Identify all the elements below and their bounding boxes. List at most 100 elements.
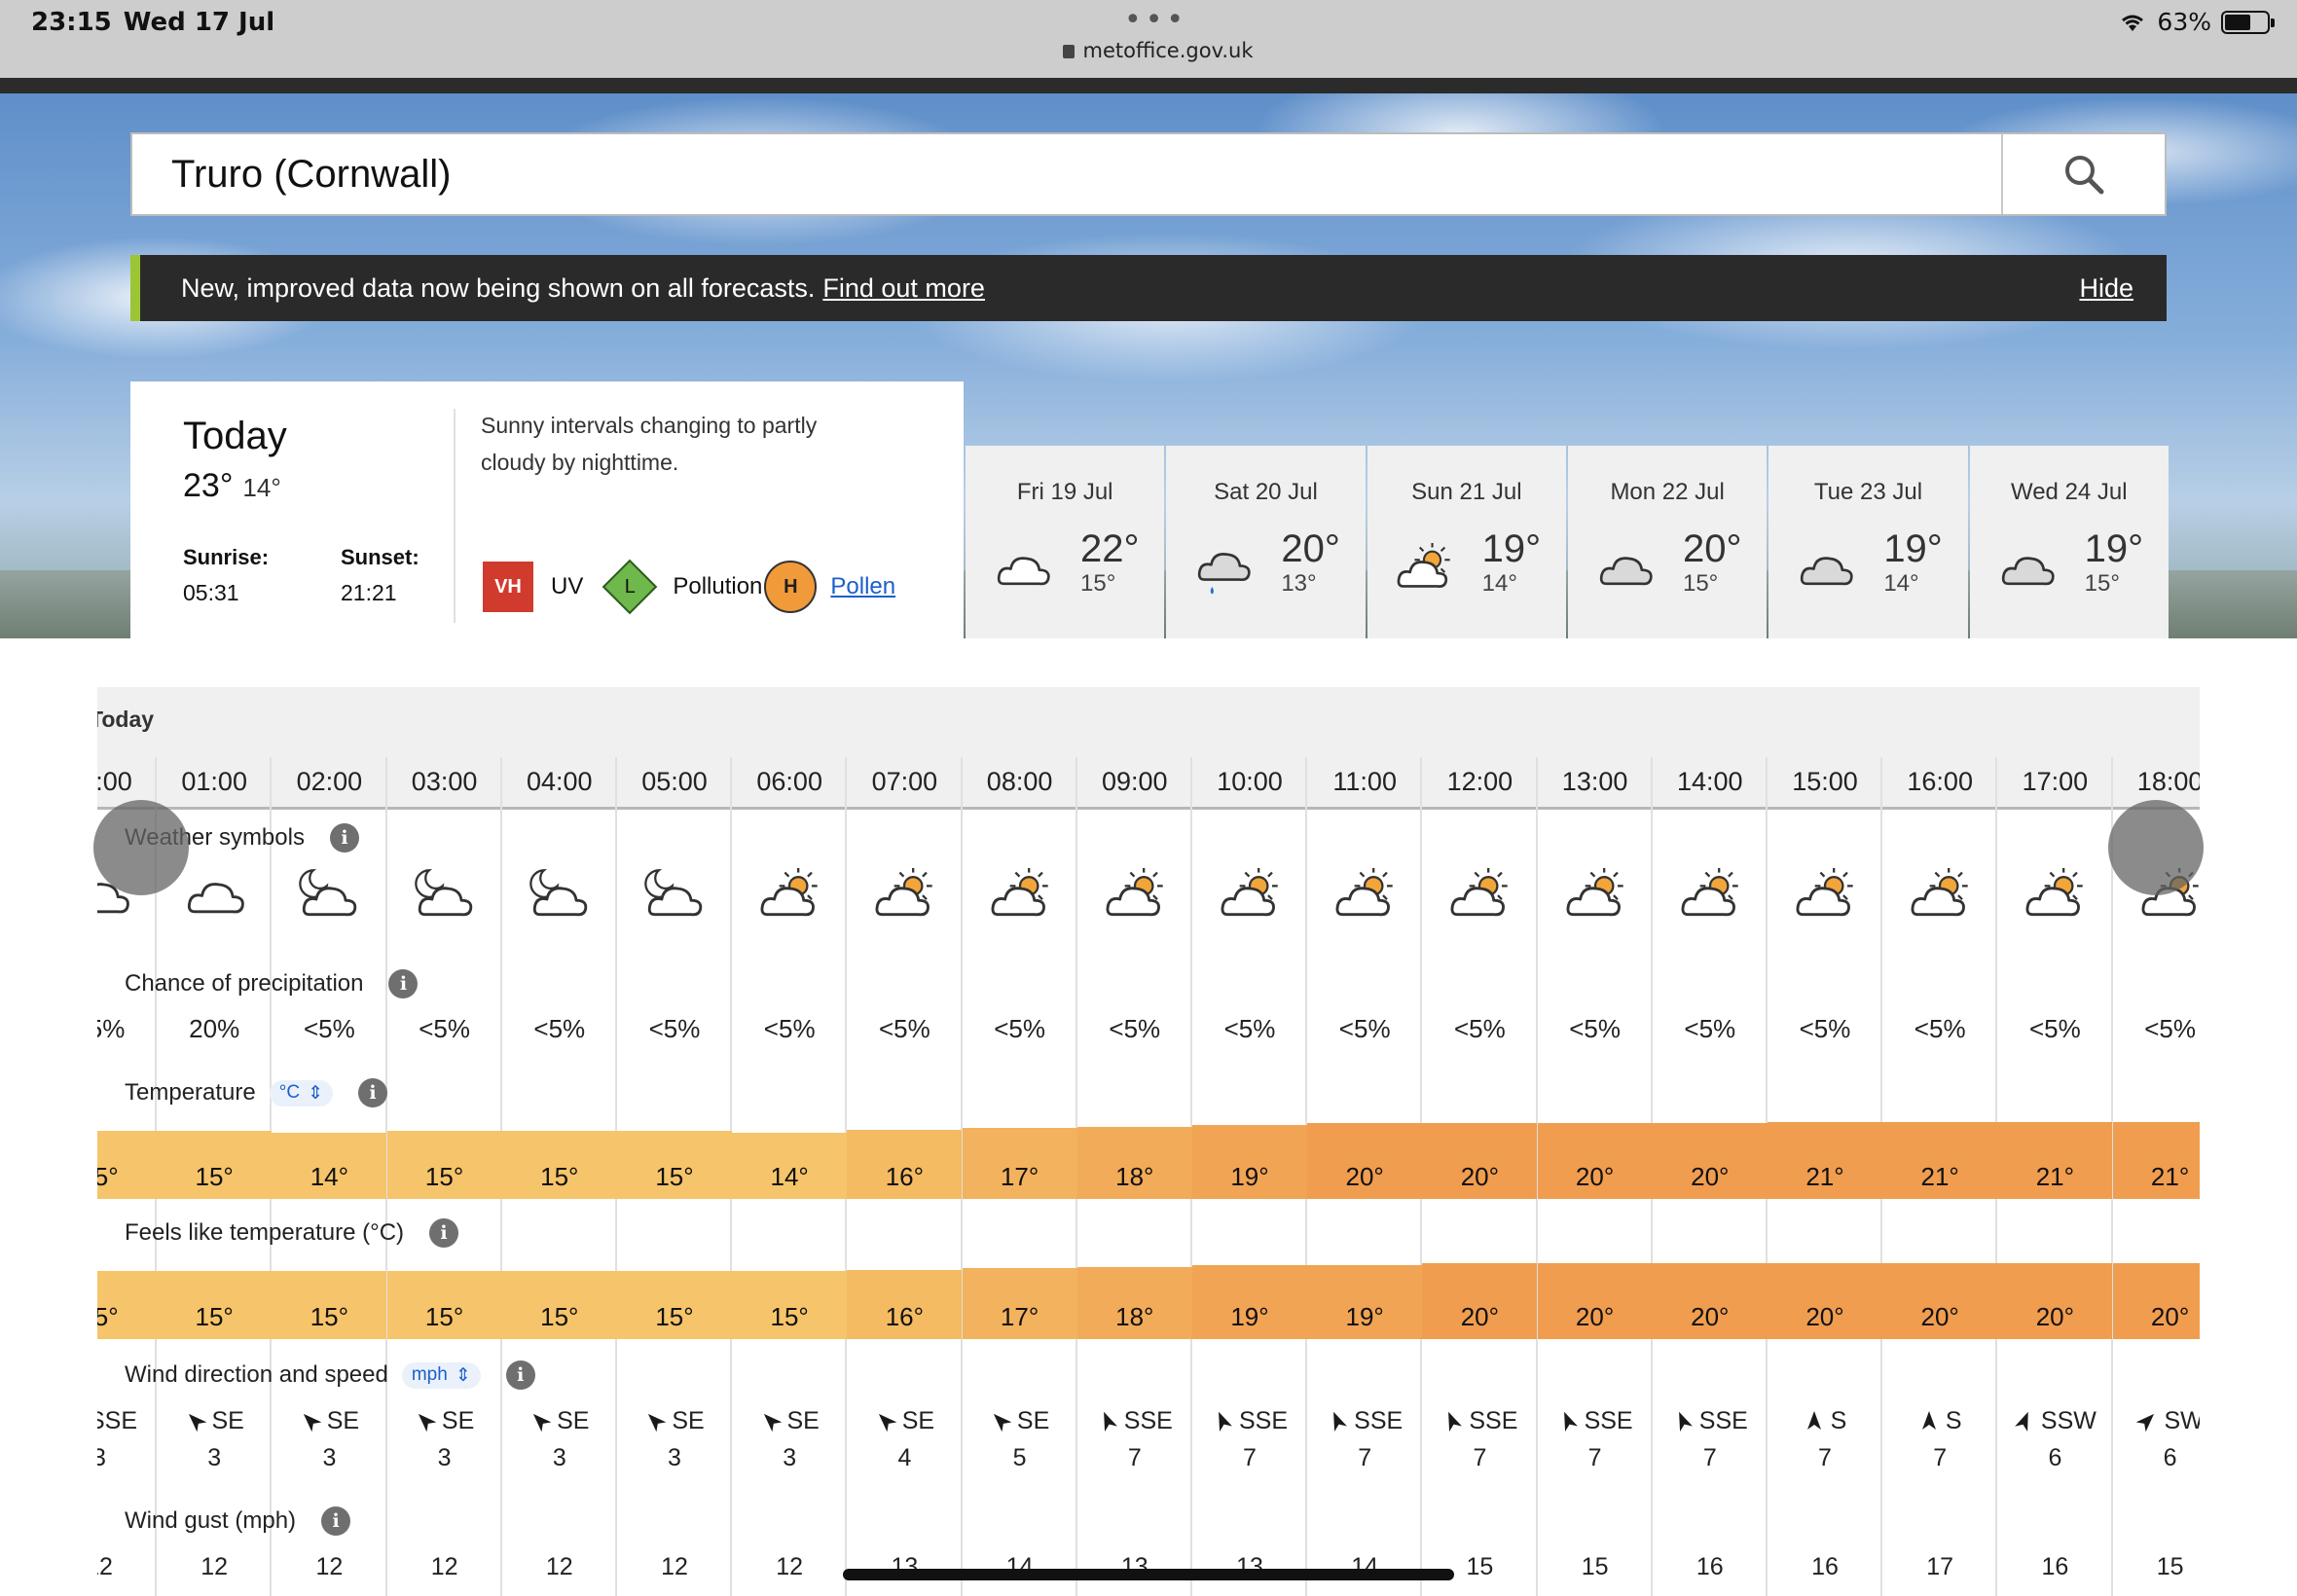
ios-status-bar: 23:15 Wed 17 Jul ••• metoffice.gov.uk 63% bbox=[0, 0, 2297, 78]
wind-cell: SSE 7 bbox=[1422, 1405, 1537, 1472]
today-card[interactable]: Today 23° 14° Sunrise: 05:31 Sunset: 21:2… bbox=[130, 381, 964, 638]
precip-value: <5% bbox=[994, 1014, 1045, 1043]
sunny-intervals-icon bbox=[1768, 866, 1882, 933]
today-title: Today bbox=[183, 415, 287, 457]
hour-label: 16:00 bbox=[1907, 767, 1973, 796]
hour-label: 05:00 bbox=[641, 767, 708, 796]
info-icon[interactable]: i bbox=[388, 969, 419, 998]
feels-like-value: 15° bbox=[617, 1271, 732, 1339]
home-indicator[interactable] bbox=[843, 1569, 1454, 1580]
feels-like-value: 20° bbox=[1997, 1263, 2113, 1339]
wind-arrow-icon bbox=[2136, 1413, 2155, 1432]
wind-speed: 5 bbox=[1012, 1444, 1027, 1471]
info-icon[interactable]: i bbox=[505, 1360, 535, 1390]
wind-unit-select[interactable]: mph ⇕ bbox=[401, 1361, 481, 1389]
feels-like-value: 20° bbox=[1652, 1263, 1768, 1339]
info-icon[interactable]: i bbox=[329, 823, 359, 852]
feels-like-value: 15° bbox=[97, 1271, 157, 1339]
info-icon[interactable]: i bbox=[321, 1506, 351, 1536]
day-tab[interactable]: Tue 23 Jul 19° 14° bbox=[1768, 446, 1968, 638]
gust-value: 15 bbox=[1581, 1553, 1609, 1580]
precip-value: <5% bbox=[879, 1014, 930, 1043]
divider bbox=[454, 409, 456, 623]
wind-speed: 6 bbox=[2163, 1444, 2177, 1471]
precip-value: <5% bbox=[1338, 1014, 1391, 1043]
sunny-intervals-icon bbox=[963, 866, 1077, 933]
hour-label: 03:00 bbox=[411, 767, 478, 796]
wind-cell: SSE 7 bbox=[1307, 1405, 1422, 1472]
hour-label: 15:00 bbox=[1792, 767, 1858, 796]
temperature-value: 14° bbox=[272, 1133, 387, 1199]
hour-label: 11:00 bbox=[1332, 767, 1397, 796]
wind-speed: 7 bbox=[1702, 1444, 1717, 1471]
wind-arrow-icon bbox=[1563, 1411, 1578, 1432]
feels-like-value: 15° bbox=[386, 1271, 502, 1339]
sunny-intervals-icon bbox=[1192, 866, 1307, 933]
temperature-label: Temperature °C ⇕ i bbox=[125, 1078, 387, 1107]
hour-label: 02:00 bbox=[296, 767, 363, 796]
hide-banner-link[interactable]: Hide bbox=[2079, 273, 2133, 304]
wind-cell: SSE 7 bbox=[1192, 1405, 1307, 1472]
scroll-left-button[interactable] bbox=[93, 800, 189, 895]
day-max-temp: 20° bbox=[1281, 527, 1340, 570]
chevron-updown-icon: ⇕ bbox=[308, 1082, 323, 1104]
search-button[interactable] bbox=[2001, 134, 2165, 214]
day-tab[interactable]: Mon 22 Jul 20° 15° bbox=[1567, 446, 1768, 638]
day-min-temp: 15° bbox=[2084, 570, 2120, 597]
info-icon[interactable]: i bbox=[357, 1078, 387, 1107]
wind-arrow-icon bbox=[418, 1413, 436, 1432]
find-out-more-link[interactable]: Find out more bbox=[822, 273, 985, 304]
wind-cell: S 7 bbox=[1882, 1405, 1997, 1472]
address-bar[interactable]: metoffice.gov.uk bbox=[973, 39, 1343, 62]
clock: 23:15 Wed 17 Jul bbox=[31, 8, 275, 37]
today-temps: 23° 14° bbox=[183, 467, 281, 505]
hourly-forecast-table[interactable]: Today 00:00 01:00 02:00 03:00 04:00 05:00 06:0… bbox=[97, 687, 2200, 1596]
search-input[interactable] bbox=[132, 134, 2001, 214]
partly-cloudy-night-icon bbox=[502, 868, 617, 933]
feels-like-value: 20° bbox=[1768, 1263, 1882, 1339]
cloud-icon bbox=[991, 543, 1053, 604]
temperature-value: 18° bbox=[1076, 1126, 1192, 1199]
day-min-temp: 14° bbox=[1883, 570, 1919, 597]
sunny-intervals-icon bbox=[732, 866, 847, 933]
wind-cell: SSE 3 bbox=[97, 1405, 157, 1472]
wind-arrow-icon bbox=[1448, 1411, 1463, 1432]
battery-icon bbox=[2221, 10, 2275, 34]
temperature-value: 20° bbox=[1537, 1123, 1653, 1199]
day-max-temp: 19° bbox=[1481, 527, 1542, 570]
scroll-right-button[interactable] bbox=[2108, 800, 2204, 895]
precip-value: <5% bbox=[533, 1014, 586, 1043]
precip-value: <5% bbox=[1799, 1014, 1851, 1043]
precip-value: <5% bbox=[2144, 1014, 2196, 1043]
precip-label: Chance of precipitation i bbox=[125, 969, 419, 998]
sunny-intervals-icon bbox=[1882, 866, 1997, 933]
wind-label: Wind direction and speed mph ⇕ i bbox=[125, 1360, 535, 1390]
info-icon[interactable]: i bbox=[429, 1218, 459, 1248]
day-tab[interactable]: Sat 20 Jul 20° 13° bbox=[1166, 446, 1366, 638]
feels-like-value: 15° bbox=[732, 1271, 848, 1339]
hour-label: 08:00 bbox=[986, 767, 1053, 796]
wind-speed: 3 bbox=[437, 1444, 452, 1471]
precip-value: <5% bbox=[1569, 1014, 1621, 1043]
wind-arrow-icon bbox=[648, 1413, 667, 1432]
daily-forecast-tabs: Fri 19 Jul 22° 15° Sat 20 Jul 20° 13° Sun … bbox=[966, 446, 2169, 638]
uv-label: UV bbox=[551, 573, 584, 599]
more-dots-icon[interactable]: ••• bbox=[1124, 6, 1187, 35]
precip-value: <5% bbox=[1914, 1014, 1966, 1043]
day-tab[interactable]: Fri 19 Jul 22° 15° bbox=[966, 446, 1165, 638]
grey-cloud-icon bbox=[1593, 543, 1656, 604]
wind-speed: 3 bbox=[783, 1444, 797, 1471]
temperature-value: 15° bbox=[97, 1131, 157, 1199]
temp-unit-select[interactable]: °C ⇕ bbox=[269, 1079, 333, 1106]
wind-speed: 3 bbox=[97, 1444, 106, 1471]
wind-arrow-icon bbox=[993, 1413, 1011, 1432]
partly-cloudy-night-icon bbox=[617, 868, 732, 933]
pollen-link[interactable]: Pollen bbox=[830, 573, 895, 600]
day-tab[interactable]: Wed 24 Jul 19° 15° bbox=[1969, 446, 2169, 638]
precip-value: <5% bbox=[419, 1014, 470, 1043]
wind-speed: 3 bbox=[668, 1444, 681, 1471]
precip-value: <5% bbox=[1684, 1014, 1736, 1043]
partly-cloudy-night-icon bbox=[387, 868, 502, 933]
day-tab[interactable]: Sun 21 Jul 19° 14° bbox=[1367, 446, 1566, 638]
gust-value: 12 bbox=[776, 1553, 804, 1580]
